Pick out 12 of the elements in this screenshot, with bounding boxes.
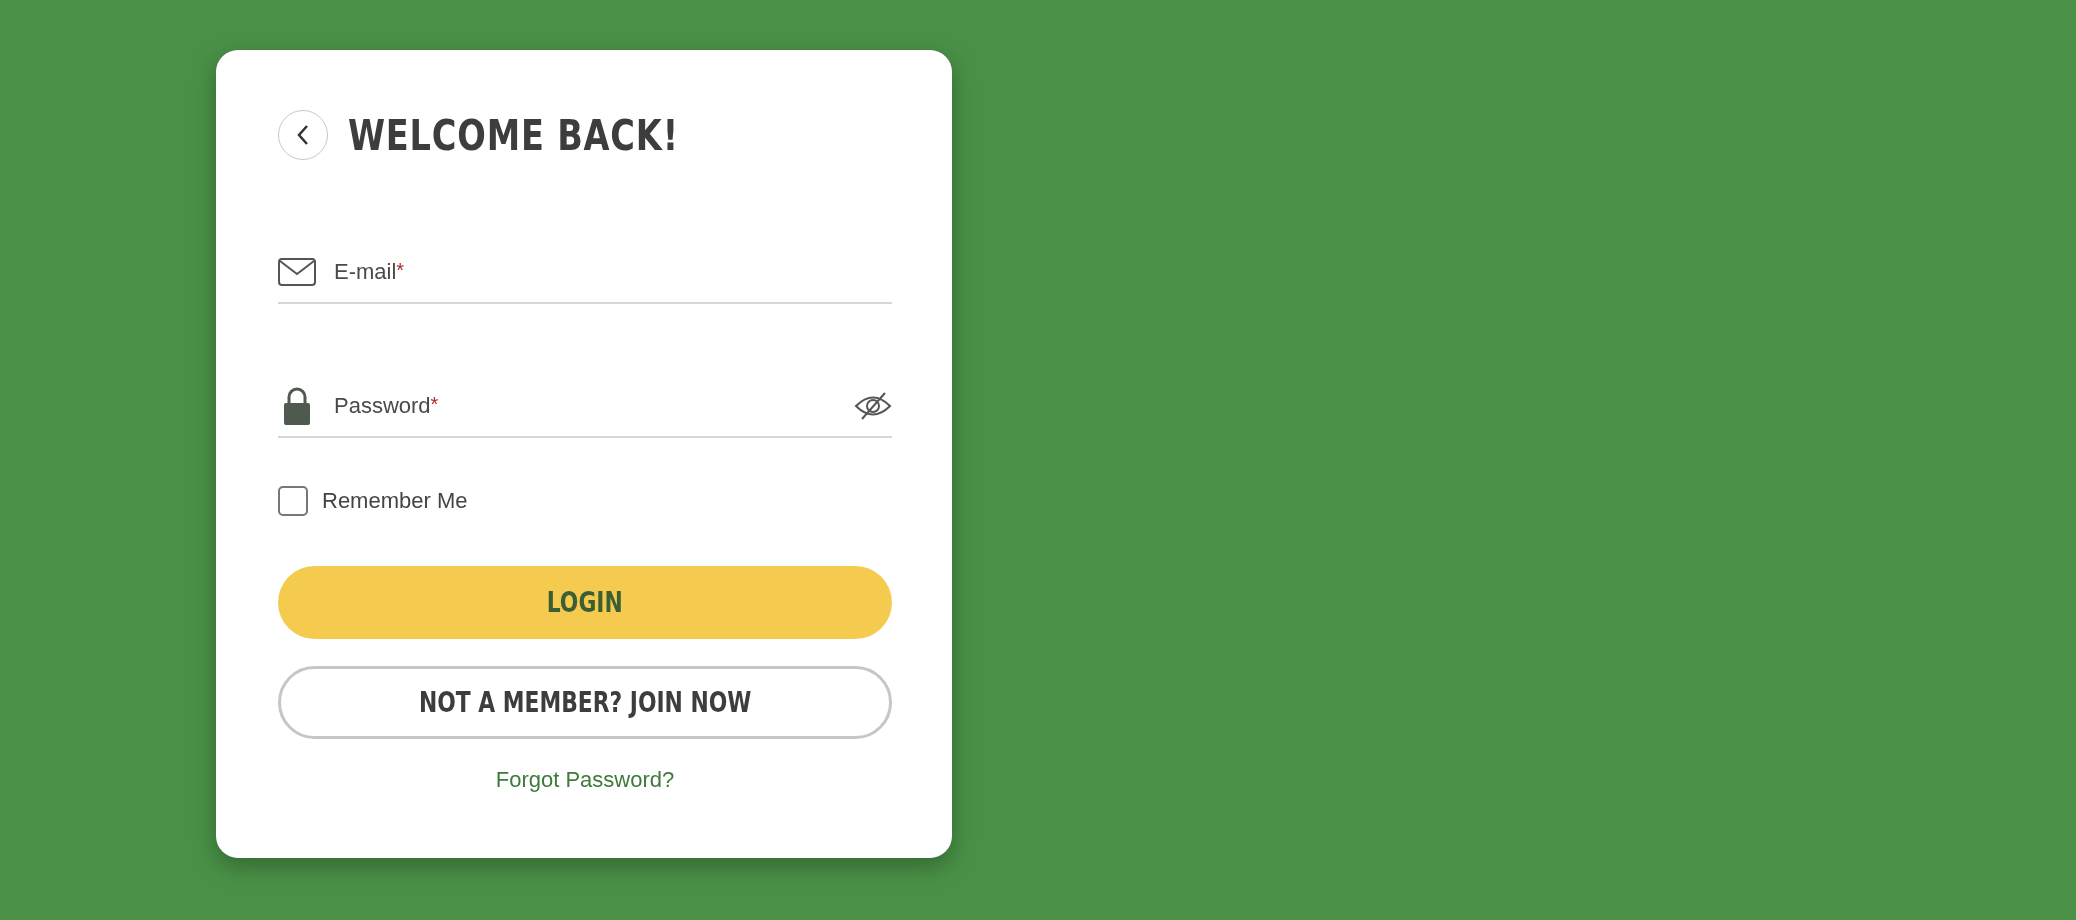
hidden-eye-icon[interactable] <box>854 391 892 421</box>
back-button[interactable] <box>278 110 328 160</box>
forgot-password-link[interactable]: Forgot Password? <box>495 767 675 793</box>
page-title: WELCOME BACK! <box>348 110 679 160</box>
email-field[interactable]: E-mail* <box>278 248 892 304</box>
join-button[interactable]: NOT A MEMBER? JOIN NOW <box>278 666 892 739</box>
checkbox-label: Remember Me <box>322 488 468 514</box>
checkbox[interactable] <box>278 486 308 516</box>
login-button[interactable]: LOGIN <box>278 566 892 639</box>
password-field[interactable]: Password* <box>278 382 892 438</box>
chevron-left-icon <box>295 123 311 147</box>
envelope-icon <box>278 258 316 286</box>
